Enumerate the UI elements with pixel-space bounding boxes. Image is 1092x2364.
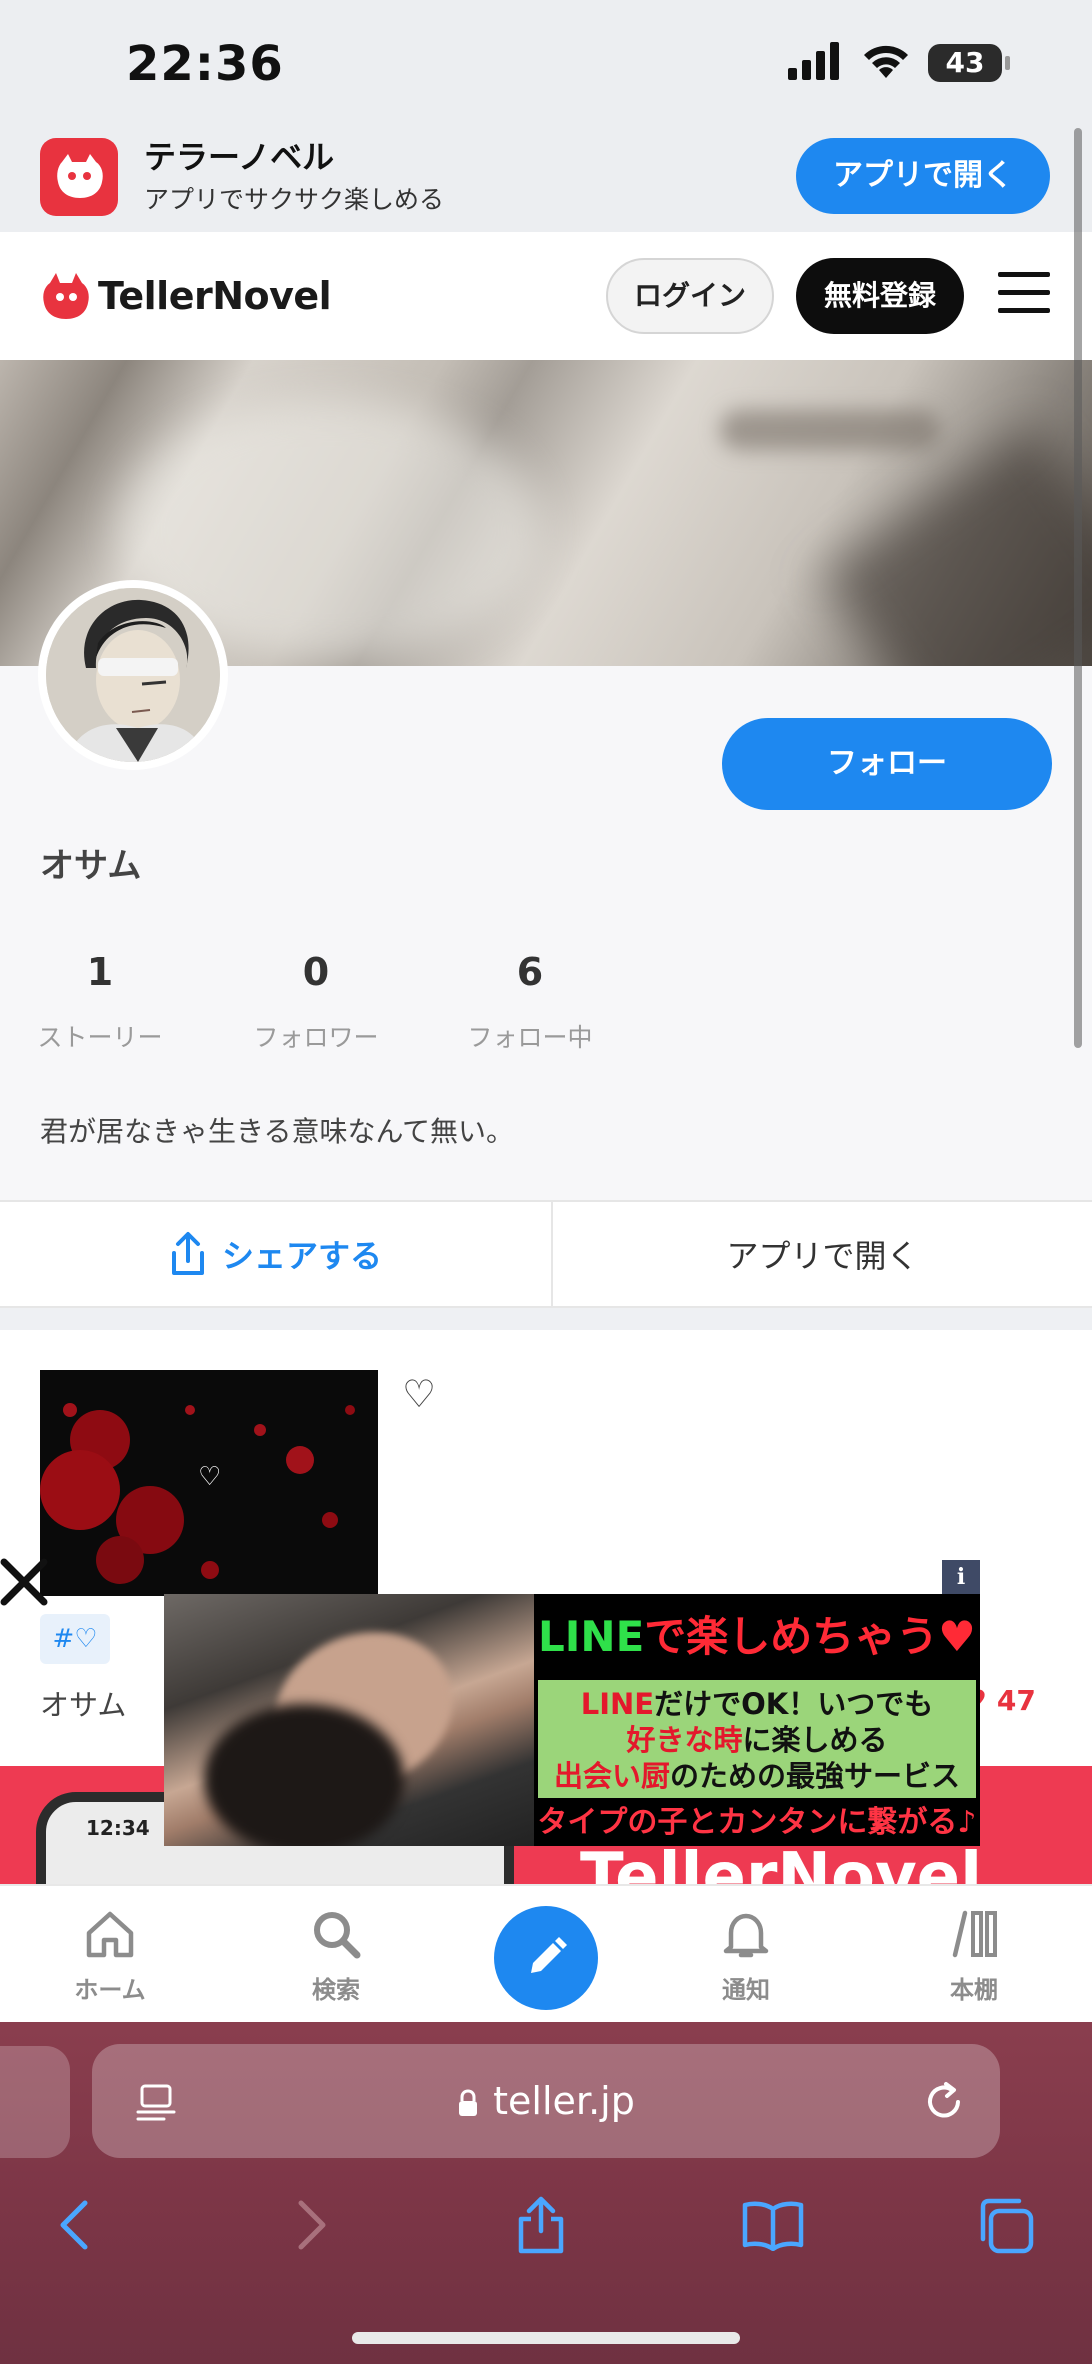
signup-button[interactable]: 無料登録: [796, 258, 964, 334]
nav-search[interactable]: 検索: [266, 1904, 406, 2005]
logo-text: TellerNovel: [98, 274, 332, 318]
share-icon: [518, 2196, 564, 2254]
wifi-icon: [864, 45, 908, 78]
nav-label: 本棚: [950, 1976, 998, 2004]
battery-level: 43: [945, 46, 985, 79]
forward-arrow-icon: [298, 2200, 326, 2250]
stat-value: 6: [516, 950, 544, 994]
nav-bookshelf[interactable]: 本棚: [904, 1904, 1044, 2005]
cellular-signal-icon: [788, 42, 839, 80]
stat-stories[interactable]: 1 ストーリー: [10, 950, 190, 1054]
ad-info-icon[interactable]: i: [942, 1560, 980, 1594]
story-thumbnail[interactable]: ♡: [40, 1370, 378, 1596]
reload-icon[interactable]: [922, 2078, 968, 2124]
nav-home[interactable]: ホーム: [40, 1904, 180, 2005]
hamburger-menu-icon[interactable]: [998, 272, 1052, 318]
forward-button[interactable]: [276, 2190, 346, 2260]
lock-icon: [459, 2089, 478, 2116]
follow-button[interactable]: フォロー: [722, 718, 1052, 810]
avatar: [38, 580, 228, 770]
stat-value: 1: [86, 950, 114, 994]
compose-button[interactable]: [494, 1906, 598, 2010]
url-display[interactable]: teller.jp: [92, 2044, 1000, 2158]
thumbnail-heart-text: ♡: [198, 1462, 222, 1492]
share-label: シェアする: [221, 1237, 382, 1275]
stat-value: 0: [302, 950, 330, 994]
profile-bio: 君が居なきゃ生きる意味なんて無い。: [40, 1115, 515, 1148]
promo-phone-time: 12:34: [86, 1816, 150, 1840]
stat-label: フォロワー: [253, 1023, 379, 1052]
open-in-app-button[interactable]: アプリで開く: [553, 1202, 1092, 1306]
bookshelf-icon: [952, 1910, 997, 1958]
share-sheet-button[interactable]: [506, 2190, 576, 2260]
story-tag[interactable]: #♡: [40, 1614, 110, 1664]
home-icon: [86, 1911, 134, 1958]
ad-close-icon[interactable]: [0, 1556, 50, 1608]
safari-toolbar: teller.jp: [0, 2022, 1092, 2364]
app-banner-open-button[interactable]: アプリで開く: [796, 138, 1050, 214]
story-author[interactable]: オサム: [40, 1682, 126, 1724]
nav-label: ホーム: [74, 1976, 146, 2004]
app-banner-name: テラーノベル: [144, 138, 335, 176]
back-arrow-icon: [60, 2200, 88, 2250]
ad-body: LINEだけでOK！いつでも 好きな時に楽しめる 出会い厨のための最強サービス: [538, 1680, 976, 1798]
stat-followers[interactable]: 0 フォロワー: [226, 950, 406, 1054]
teller-app-icon: [40, 138, 118, 216]
pencil-icon: [531, 1937, 567, 1973]
battery-icon: 43: [928, 44, 1010, 82]
stat-label: ストーリー: [37, 1023, 163, 1052]
bottom-nav: ホーム 検索 通知 本棚: [0, 1884, 1092, 2022]
site-header: TellerNovel ログイン 無料登録: [0, 232, 1092, 360]
share-icon: [171, 1232, 204, 1275]
stat-label: フォロー中: [467, 1023, 593, 1052]
profile-action-row: シェアする アプリで開く: [0, 1200, 1092, 1310]
smart-app-banner: テラーノベル アプリでサクサク楽しめる アプリで開く: [0, 128, 1092, 232]
home-indicator[interactable]: [352, 2332, 740, 2344]
back-button[interactable]: [40, 2190, 110, 2260]
bell-icon: [723, 1913, 769, 1958]
page-scrollbar[interactable]: [1074, 128, 1082, 1048]
tabs-button[interactable]: [970, 2190, 1040, 2260]
status-time: 22:36: [126, 36, 284, 92]
promo-logo-text: TellerNovel: [580, 1840, 982, 1886]
nav-label: 検索: [312, 1976, 360, 2004]
previous-tab-preview[interactable]: [0, 2046, 70, 2158]
address-bar[interactable]: teller.jp: [92, 2044, 1000, 2158]
bookmarks-button[interactable]: [738, 2190, 808, 2260]
profile-username: オサム: [40, 846, 142, 886]
status-bar: 22:36 43: [0, 0, 1092, 128]
share-button[interactable]: シェアする: [0, 1202, 550, 1306]
story-like-icon[interactable]: ♡: [402, 1372, 436, 1416]
bookmarks-book-icon: [742, 2201, 804, 2251]
overlay-ad[interactable]: i LINEで楽しめちゃう♥ LINEだけでOK！いつでも 好きな時に楽しめる …: [164, 1560, 980, 1846]
cat-logo-icon: [43, 273, 89, 319]
login-button[interactable]: ログイン: [606, 258, 774, 334]
url-text: teller.jp: [493, 2079, 635, 2123]
search-icon: [314, 1912, 361, 1959]
ad-photo: [164, 1594, 534, 1846]
app-banner-subtitle: アプリでサクサク楽しめる: [144, 185, 445, 214]
ad-headline: LINEで楽しめちゃう♥: [534, 1594, 980, 1680]
ad-footer: タイプの子とカンタンに繋がる♪: [534, 1800, 980, 1846]
tellernovel-logo[interactable]: TellerNovel: [42, 268, 332, 324]
tabs-icon: [980, 2198, 1034, 2254]
nav-notifications[interactable]: 通知: [676, 1904, 816, 2005]
stat-following[interactable]: 6 フォロー中: [440, 950, 620, 1054]
nav-label: 通知: [722, 1976, 770, 2004]
